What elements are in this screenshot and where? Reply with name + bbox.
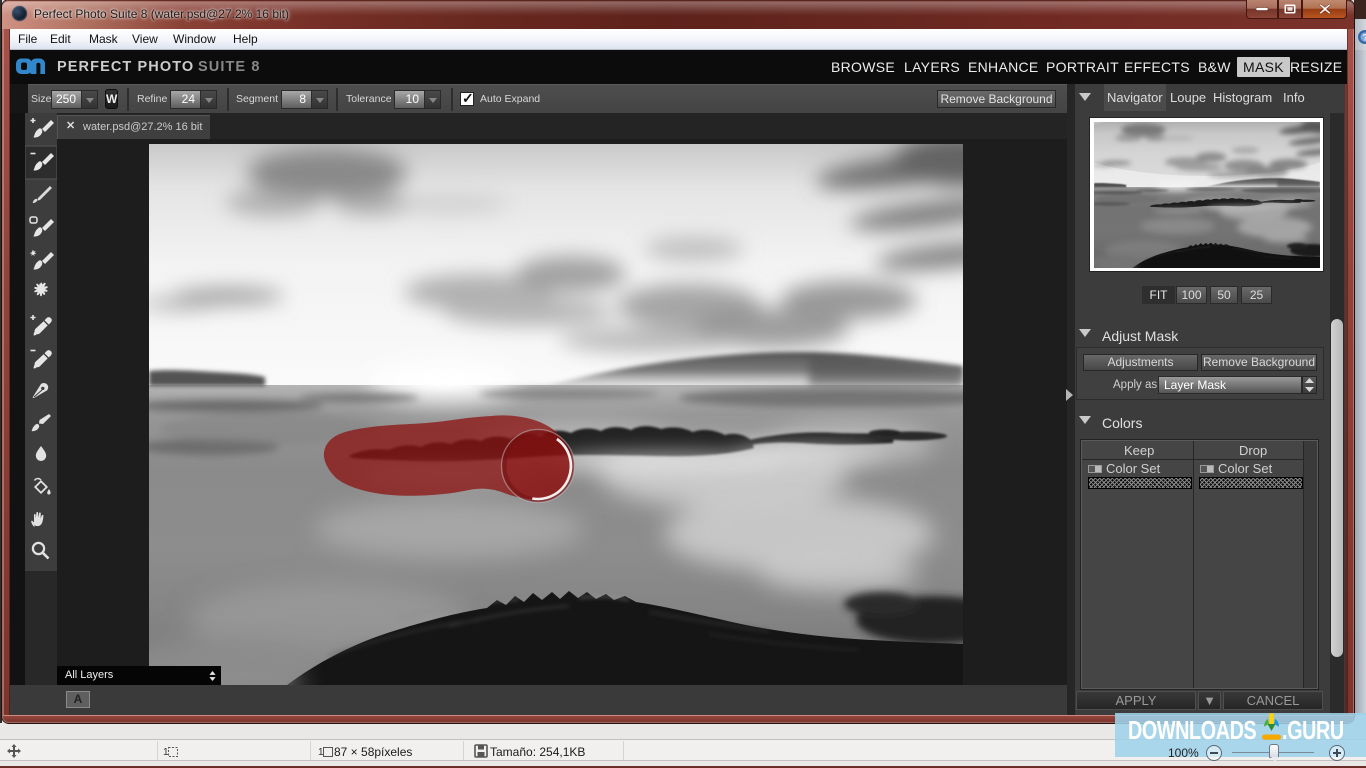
svg-text:1: 1 (163, 747, 169, 758)
svg-text:?: ? (1363, 33, 1366, 43)
